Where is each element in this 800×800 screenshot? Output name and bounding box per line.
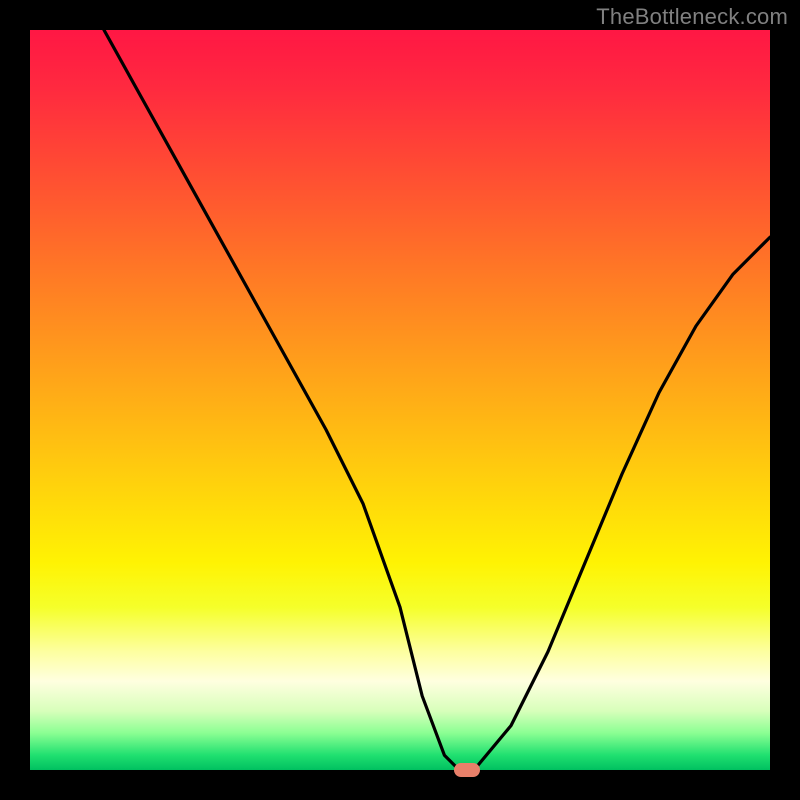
curve-path [104,30,770,770]
chart-frame: TheBottleneck.com [0,0,800,800]
watermark-text: TheBottleneck.com [596,4,788,30]
plot-area [30,30,770,770]
optimal-marker [454,763,480,777]
bottleneck-curve [30,30,770,770]
